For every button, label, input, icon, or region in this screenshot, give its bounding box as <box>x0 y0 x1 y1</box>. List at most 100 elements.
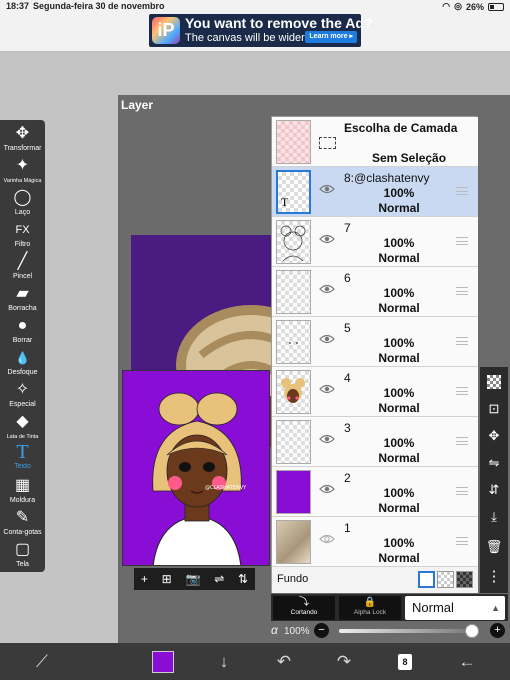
layer-row-6[interactable]: 6 100% Normal <box>272 267 478 317</box>
tool-label: Tela <box>16 561 29 568</box>
layer-blend-mode: Normal <box>378 401 420 415</box>
tool-canvas[interactable]: ▢ Tela <box>0 540 45 574</box>
visibility-eye-icon[interactable] <box>319 234 335 244</box>
layer-opacity: 100% <box>383 286 415 300</box>
text-icon: T <box>16 441 29 463</box>
redo-icon[interactable]: ↷ <box>332 651 356 673</box>
drag-handle-icon[interactable] <box>456 237 468 245</box>
visibility-eye-hidden-icon[interactable] <box>319 534 335 544</box>
layer-blend-mode: Normal <box>378 201 420 215</box>
drag-handle-icon[interactable] <box>456 487 468 495</box>
layer-opacity: 100% <box>383 486 415 500</box>
lineart-thumb <box>280 225 306 262</box>
flip-layer-icon[interactable]: ⇌ <box>214 572 224 586</box>
undo-icon[interactable]: ↶ <box>272 651 296 673</box>
tool-label: Especial <box>9 401 36 408</box>
status-date: Segunda-feira 30 de novembro <box>33 1 165 11</box>
ad-learn-more-button[interactable]: Learn more ▸ <box>305 31 357 43</box>
drag-handle-icon[interactable] <box>456 387 468 395</box>
layer-row-1[interactable]: 1 100% Normal <box>272 517 478 567</box>
drag-handle-icon[interactable] <box>456 287 468 295</box>
layer-row-8[interactable]: T 8:@clashatenvy 100% Normal <box>272 167 478 217</box>
move-layer-icon[interactable]: ⊡ <box>480 397 508 421</box>
trash-icon[interactable]: 🗑 <box>480 535 508 559</box>
visibility-eye-icon[interactable] <box>319 334 335 344</box>
layer-thumbnail <box>276 220 311 264</box>
selection-layer-row[interactable]: Escolha de Camada Sem Seleção <box>272 117 478 167</box>
more-icon[interactable]: ⋮ <box>480 565 508 589</box>
current-color-swatch[interactable] <box>152 651 174 673</box>
background-dark-swatch[interactable] <box>456 571 473 588</box>
layer-row-3[interactable]: 3 100% Normal <box>272 417 478 467</box>
visibility-eye-icon[interactable] <box>319 384 335 394</box>
back-arrow-icon[interactable]: ← <box>455 651 479 673</box>
canvas-icon: ▢ <box>14 541 31 558</box>
drag-handle-icon[interactable] <box>456 337 468 345</box>
eyedropper-icon: ✎ <box>15 509 30 526</box>
tool-text[interactable]: T Texto <box>0 442 45 476</box>
background-transparent-swatch[interactable] <box>437 571 454 588</box>
tool-eyedropper[interactable]: ✎ Conta-gotas <box>0 508 45 542</box>
layer-blend-mode: Normal <box>378 351 420 365</box>
layer-thumbnail <box>276 320 311 364</box>
canvas-preview[interactable]: @CLASHATENVY <box>122 370 270 566</box>
layer-row-2[interactable]: 2 100% Normal <box>272 467 478 517</box>
tool-magic-wand[interactable]: ✦ Varinha Mágica <box>0 156 45 190</box>
layers-count-icon[interactable]: 8 <box>398 654 412 670</box>
layer-name: 2 <box>344 471 351 485</box>
layer-row-4[interactable]: 4 100% Normal <box>272 367 478 417</box>
ad-banner[interactable]: iP You want to remove the Ad? The canvas… <box>149 14 372 47</box>
selection-title: Escolha de Camada <box>344 121 458 135</box>
flip-horizontal-icon[interactable]: ⇋ <box>480 451 508 475</box>
arrow-down-icon[interactable]: ↓ <box>212 651 236 673</box>
layer-name: 3 <box>344 421 351 435</box>
tool-blur[interactable]: 💧 Desfoque <box>0 348 45 382</box>
drag-handle-icon[interactable] <box>456 537 468 545</box>
opacity-value: 100% <box>284 626 310 637</box>
tool-frame[interactable]: ▦ Moldura <box>0 476 45 510</box>
layer-window-title: Layer <box>121 98 154 112</box>
opacity-slider-knob[interactable] <box>465 624 479 638</box>
opacity-increase-button[interactable]: + <box>490 623 505 638</box>
tool-label: Laço <box>14 209 31 216</box>
brush-settings-icon[interactable]: ⟋ <box>30 651 54 673</box>
tool-smudge[interactable]: ● Borrar <box>0 316 45 350</box>
ad-area: iP You want to remove the Ad? The canvas… <box>0 14 510 52</box>
layer-name: 4 <box>344 371 351 385</box>
opacity-slider[interactable] <box>339 624 479 638</box>
visibility-eye-icon[interactable] <box>319 484 335 494</box>
background-white-swatch[interactable] <box>418 571 435 588</box>
merge-layer-icon[interactable]: ⇅ <box>238 572 248 586</box>
tool-lasso[interactable]: ◯ Laço <box>0 188 45 222</box>
background-label: Fundo <box>277 573 309 585</box>
tool-eraser[interactable]: ▰ Borracha <box>0 284 45 318</box>
tool-special[interactable]: ✧ Especial <box>0 380 45 414</box>
move-icon[interactable]: ✥ <box>480 424 508 448</box>
flip-vertical-icon[interactable]: ⇵ <box>480 478 508 502</box>
visibility-eye-icon[interactable] <box>319 284 335 294</box>
clipping-button[interactable]: ⤵ Cortando <box>273 596 335 620</box>
drag-handle-icon[interactable] <box>456 437 468 445</box>
layer-thumbnail <box>276 520 311 564</box>
duplicate-layer-icon[interactable]: ⊞ <box>162 572 172 586</box>
camera-icon[interactable]: 📷 <box>185 572 200 586</box>
add-layer-icon[interactable]: + <box>141 572 148 586</box>
canvas-mini-toolbar: + ⊞ 📷 ⇌ ⇅ <box>134 568 255 590</box>
opacity-decrease-button[interactable]: − <box>314 623 329 638</box>
tool-label: Transformar <box>3 145 42 152</box>
layer-blend-mode: Normal <box>378 251 420 265</box>
blur-drop-icon: 💧 <box>15 351 30 365</box>
layer-row-5[interactable]: 5 100% Normal <box>272 317 478 367</box>
alpha-lock-button[interactable]: 🔒 Alpha Lock <box>339 596 401 620</box>
visibility-eye-icon[interactable] <box>319 434 335 444</box>
tool-brush[interactable]: ╱ Pincel <box>0 252 45 286</box>
blend-mode-select[interactable]: Normal ▲ <box>405 596 505 620</box>
merge-down-icon[interactable]: ⤓ <box>480 505 508 529</box>
tool-filter[interactable]: FX Filtro <box>0 220 45 254</box>
tool-transform[interactable]: ✥ Transformar <box>0 124 45 158</box>
brush-icon: ╱ <box>17 253 28 270</box>
layer-row-7[interactable]: 7 100% Normal <box>272 217 478 267</box>
drag-handle-icon[interactable] <box>456 187 468 195</box>
visibility-eye-icon[interactable] <box>319 184 335 194</box>
checker-icon[interactable] <box>480 370 508 394</box>
